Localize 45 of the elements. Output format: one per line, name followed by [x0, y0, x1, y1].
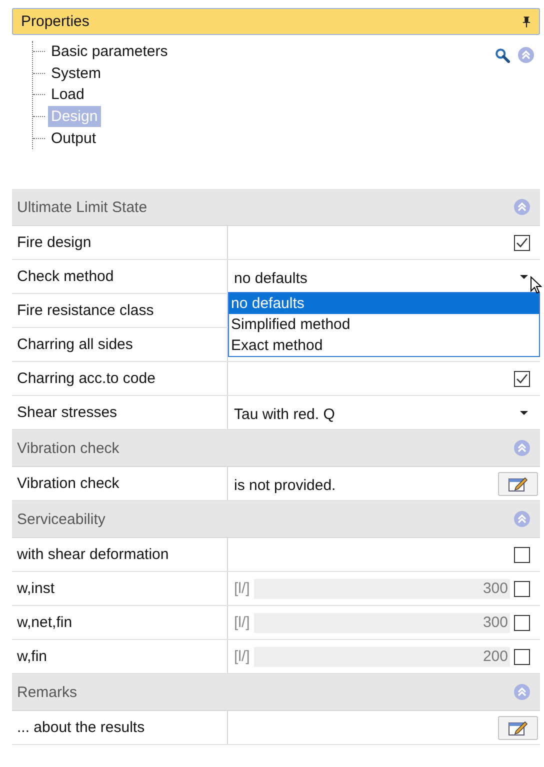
notepad-pencil-icon [508, 720, 528, 736]
unit-label: [l/] [234, 614, 250, 631]
dropdown-option[interactable]: no defaults [229, 293, 539, 314]
checkbox[interactable] [514, 370, 530, 386]
unit-label: [l/] [234, 648, 250, 665]
dropdown-value[interactable]: no defaults [234, 266, 516, 287]
property-label: w,inst [12, 572, 228, 605]
property-label: Charring acc.to code [12, 362, 228, 395]
panel-title: Properties [21, 13, 90, 30]
property-label: Fire resistance class [12, 294, 228, 327]
property-value: is not provided. [234, 476, 337, 494]
property-label: ... about the results [12, 711, 228, 744]
pin-icon[interactable] [522, 16, 531, 28]
edit-button[interactable] [498, 472, 538, 496]
checkbox[interactable] [514, 546, 530, 562]
property-label: Shear stresses [12, 396, 228, 429]
search-icon[interactable] [495, 48, 510, 62]
dropdown-value[interactable]: Tau with red. Q [234, 402, 516, 423]
property-label: with shear deformation [12, 538, 228, 571]
section-title: Serviceability [17, 510, 106, 528]
property-label: Charring all sides [12, 328, 228, 361]
property-label: Check method [12, 260, 228, 293]
tree-item[interactable]: Basic parameters [48, 41, 171, 62]
edit-button[interactable] [498, 716, 538, 740]
section-header[interactable]: Ultimate Limit State [12, 189, 540, 226]
unit-label: [l/] [234, 580, 250, 597]
section-header[interactable]: Vibration check [12, 430, 540, 467]
tree-item[interactable]: System [48, 62, 104, 84]
property-label: w,fin [12, 640, 228, 673]
property-label: Vibration check [12, 467, 228, 500]
section-title: Ultimate Limit State [17, 198, 148, 216]
caret-icon[interactable] [520, 274, 528, 278]
dropdown-option[interactable]: Exact method [229, 335, 539, 356]
section-title: Remarks [17, 684, 78, 700]
tree-item[interactable]: Output [48, 128, 100, 149]
section-header[interactable]: Serviceability [12, 501, 540, 538]
dropdown-option[interactable]: Simplified method [229, 314, 539, 335]
notepad-pencil-icon [508, 476, 528, 492]
property-label: Fire design [12, 226, 228, 259]
tree-item[interactable]: Load [48, 84, 88, 106]
checkbox[interactable] [514, 234, 530, 250]
caret-icon[interactable] [520, 410, 528, 414]
section-header[interactable]: Remarks [12, 674, 540, 711]
section-title: Vibration check [17, 440, 120, 456]
property-label: w,net,fin [12, 606, 228, 639]
